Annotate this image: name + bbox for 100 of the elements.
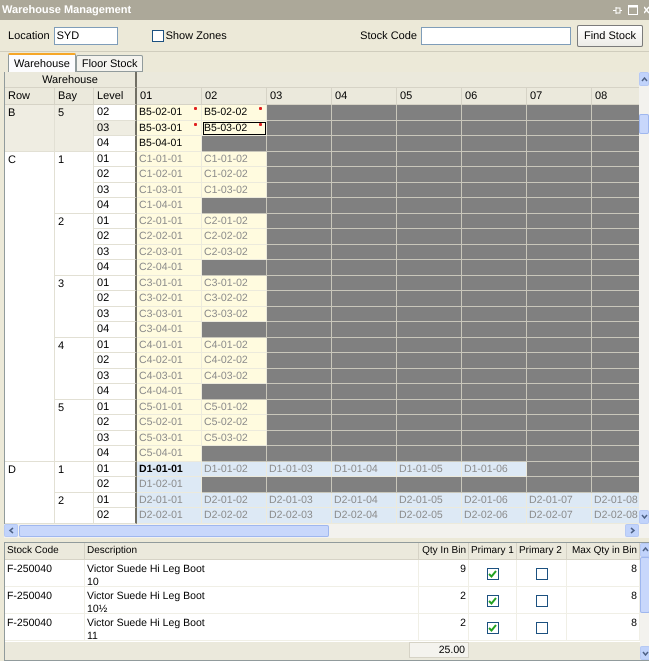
column-header[interactable]: Stock Code [5,542,85,560]
close-icon[interactable] [644,6,649,14]
bin-cell[interactable]: D1-01-05 [397,462,462,477]
column-header[interactable]: Primary 2 [517,542,567,560]
bin-cell[interactable]: D2-02-05 [397,508,462,524]
bin-cell[interactable]: C4-02-02 [202,353,267,368]
bin-cell[interactable]: C5-02-01 [137,415,202,430]
bin-cell[interactable]: C2-04-01 [137,260,202,276]
bin-cell[interactable]: D2-01-03 [267,492,332,508]
scroll-up-icon[interactable] [640,76,648,82]
bin-cell[interactable]: D2-02-01 [137,508,202,524]
bin-cell[interactable]: C4-04-01 [137,384,202,400]
bin-cell[interactable]: B5-02-02 [202,105,267,120]
find-stock-button[interactable]: Find Stock [577,24,643,46]
column-header[interactable]: Qty In Bin [419,542,469,560]
bin-cell[interactable]: D1-01-06 [462,462,527,477]
window-title: Warehouse Management [2,4,132,16]
bin-cell[interactable]: C3-03-01 [137,306,202,322]
bin-cell[interactable]: C1-03-02 [202,182,267,198]
primary-2-checkbox[interactable] [536,568,548,580]
bin-cell[interactable]: C5-04-01 [137,446,202,462]
bin-cell[interactable]: C5-03-02 [202,430,267,446]
bin-cell[interactable]: C5-01-01 [137,400,202,415]
bin-cell[interactable]: C4-01-02 [202,338,267,353]
primary-2-checkbox[interactable] [536,594,548,606]
scrollbar-thumb[interactable] [640,556,649,612]
scrollbar-thumb[interactable] [19,524,329,536]
bay-cell: 2 [55,214,94,276]
bin-cell[interactable]: C2-03-01 [137,244,202,260]
bin-cell[interactable]: C2-02-02 [202,229,267,244]
bin-cell[interactable]: D1-01-01 [137,462,202,477]
bin-cell[interactable]: B5-03-01 [137,120,202,136]
bin-cell[interactable]: C5-02-02 [202,415,267,430]
bin-cell[interactable]: B5-02-01 [137,105,202,120]
bin-cell[interactable]: C4-01-01 [137,338,202,353]
scroll-left-icon[interactable] [8,527,14,534]
bin-cell[interactable]: C1-01-01 [137,152,202,167]
bin-cell[interactable]: D2-01-05 [397,492,462,508]
bin-cell[interactable]: C3-03-02 [202,306,267,322]
tab[interactable]: Floor Stock [76,55,144,72]
show-zones-checkbox[interactable] [152,30,164,42]
primary-1-checkbox[interactable] [486,622,498,634]
bin-cell[interactable]: D1-01-04 [332,462,397,477]
bin-cell[interactable]: C1-04-01 [137,198,202,214]
bin-cell[interactable]: B5-04-01 [137,136,202,152]
bin-cell[interactable]: C3-01-02 [202,276,267,291]
vertical-scrollbar[interactable] [639,72,649,524]
scroll-up-icon[interactable] [642,546,648,553]
bin-cell[interactable]: D2-02-08 [592,508,639,524]
bin-cell[interactable]: C2-01-02 [202,214,267,229]
bin-cell[interactable]: C1-01-02 [202,152,267,167]
bin-cell[interactable]: C5-03-01 [137,430,202,446]
column-header[interactable]: Max Qty in Bin [567,542,640,560]
bin-cell[interactable]: C1-02-01 [137,167,202,182]
scrollbar-thumb[interactable] [639,114,649,134]
scroll-down-icon[interactable] [640,513,648,520]
bin-cell[interactable]: D2-02-02 [202,508,267,524]
bin-cell[interactable]: C3-01-01 [137,276,202,291]
bin-cell[interactable]: D2-01-04 [332,492,397,508]
bin-cell[interactable]: C1-03-01 [137,182,202,198]
bin-cell[interactable]: D1-02-01 [137,477,202,492]
vertical-scrollbar[interactable] [640,542,649,660]
bin-cell[interactable]: D2-02-03 [267,508,332,524]
bin-cell[interactable]: C4-03-01 [137,368,202,384]
tab[interactable]: Warehouse [8,53,76,72]
bin-cell[interactable]: D2-01-07 [527,492,592,508]
horizontal-scrollbar[interactable] [4,524,649,538]
primary-1-checkbox[interactable] [486,568,498,580]
bin-cell[interactable]: D2-01-01 [137,492,202,508]
bin-cell[interactable]: D2-01-06 [462,492,527,508]
level-cell: 04 [94,136,137,152]
bin-cell[interactable]: C2-02-01 [137,229,202,244]
bin-cell[interactable]: C3-02-02 [202,291,267,306]
scroll-right-icon[interactable] [628,527,636,534]
maximize-icon[interactable] [628,5,638,15]
bin-cell[interactable]: C1-02-02 [202,167,267,182]
bin-cell[interactable]: D2-02-06 [462,508,527,524]
bin-cell[interactable]: C5-01-02 [202,400,267,415]
bin-cell[interactable]: D2-01-08 [592,492,639,508]
stock-code-field[interactable] [421,26,571,44]
bin-cell[interactable]: C2-01-01 [137,214,202,229]
primary-1-checkbox[interactable] [486,594,498,606]
bin-cell[interactable]: D2-01-02 [202,492,267,508]
column-header[interactable]: Primary 1 [469,542,517,560]
bin-cell[interactable]: C3-04-01 [137,322,202,338]
primary-2-checkbox[interactable] [536,622,548,634]
location-field[interactable]: SYD [54,26,118,44]
scroll-down-icon[interactable] [642,650,648,656]
bin-cell[interactable]: C4-03-02 [202,368,267,384]
bin-cell[interactable]: C2-03-02 [202,244,267,260]
bin-cell[interactable]: D2-02-07 [527,508,592,524]
bin-cell[interactable]: C3-02-01 [137,291,202,306]
bin-cell[interactable]: C4-02-01 [137,353,202,368]
column-header[interactable]: Description [85,542,419,560]
bin-cell[interactable]: D1-01-03 [267,462,332,477]
bin-cell[interactable]: D2-02-04 [332,508,397,524]
bin-cell[interactable]: D1-01-02 [202,462,267,477]
bay-cell: 4 [55,338,94,400]
bin-cell[interactable]: B5-03-02 [202,120,267,136]
pin-icon[interactable] [613,6,622,14]
